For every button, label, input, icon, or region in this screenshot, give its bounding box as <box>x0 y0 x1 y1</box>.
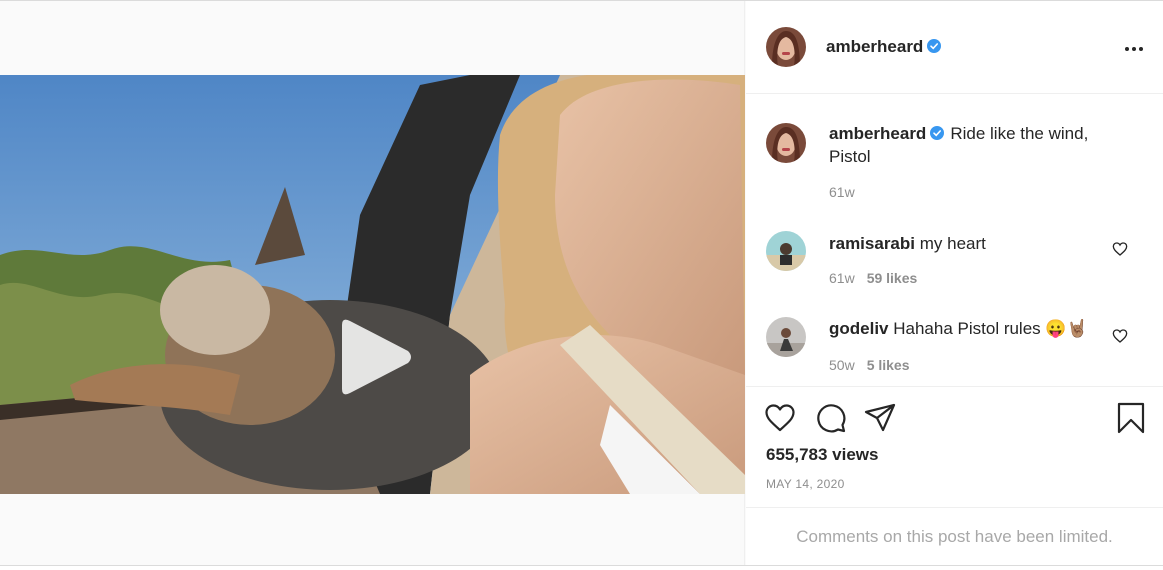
comment-text: ramisarabi my heart <box>829 232 986 255</box>
comment-icon[interactable] <box>815 402 847 434</box>
comment-text: godeliv Hahaha Pistol rules 😛🤘🏽 <box>829 317 1088 340</box>
share-icon[interactable] <box>864 402 896 434</box>
post-side-panel: amberheard amberheard Ride like the wind… <box>746 1 1163 565</box>
comment-username[interactable]: godeliv <box>829 319 889 338</box>
comment-body: my heart <box>919 234 986 253</box>
play-icon <box>342 319 411 395</box>
author-username[interactable]: amberheard <box>826 37 923 56</box>
post-frame: amberheard amberheard Ride like the wind… <box>0 0 1163 566</box>
post-date[interactable]: MAY 14, 2020 <box>766 477 845 491</box>
comment-age[interactable]: 61w <box>829 270 855 286</box>
post-header: amberheard <box>746 1 1163 94</box>
author-avatar[interactable] <box>766 27 806 67</box>
video-player[interactable] <box>0 75 745 494</box>
comment-avatar[interactable] <box>766 317 806 357</box>
caption-avatar[interactable] <box>766 123 806 163</box>
comment-meta: 61w 59 likes <box>829 270 917 286</box>
verified-icon <box>930 126 945 140</box>
comment-body: Hahaha Pistol rules 😛🤘🏽 <box>893 319 1088 338</box>
heart-icon[interactable] <box>1112 241 1128 257</box>
comments-limited-notice: Comments on this post have been limited. <box>746 507 1163 565</box>
comment-meta: 50w 5 likes <box>829 357 910 373</box>
caption-text: amberheard Ride like the wind, Pistol <box>829 122 1129 168</box>
comment-likes[interactable]: 59 likes <box>867 270 918 286</box>
bookmark-icon[interactable] <box>1115 402 1147 434</box>
video-frame <box>0 75 745 494</box>
verified-icon <box>927 39 942 53</box>
media-area <box>0 1 745 565</box>
comments-list: amberheard Ride like the wind, Pistol 61w… <box>746 95 1163 385</box>
comment-age[interactable]: 50w <box>829 357 855 373</box>
heart-icon[interactable] <box>1112 328 1128 344</box>
action-bar: 655,783 views MAY 14, 2020 <box>746 386 1163 506</box>
play-button[interactable] <box>336 317 414 397</box>
comment-likes[interactable]: 5 likes <box>867 357 910 373</box>
comment-username[interactable]: ramisarabi <box>829 234 915 253</box>
caption-username[interactable]: amberheard <box>829 124 926 143</box>
view-count[interactable]: 655,783 views <box>766 445 878 465</box>
header-user: amberheard <box>826 37 942 57</box>
like-heart-icon[interactable] <box>764 402 796 434</box>
more-icon[interactable] <box>1122 37 1146 61</box>
caption-age[interactable]: 61w <box>829 184 855 200</box>
comment-avatar[interactable] <box>766 231 806 271</box>
